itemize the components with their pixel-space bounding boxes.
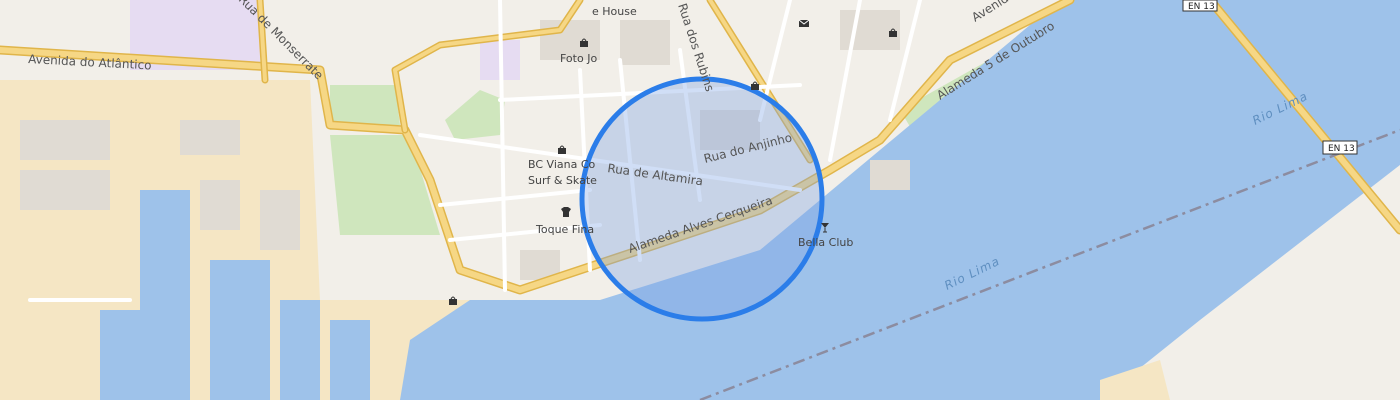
route-shield-en13: EN 13 <box>1182 0 1218 12</box>
poi-label-house: e House <box>592 5 637 18</box>
poi-label-foto: Foto Jo <box>560 52 597 65</box>
location-radius-circle[interactable] <box>579 76 825 322</box>
poi-label-bc-line2: Surf & Skate <box>528 174 597 187</box>
svg-text:EN 13: EN 13 <box>1328 144 1355 154</box>
poi-label-toque: Toque Fina <box>535 223 594 236</box>
route-shield-en13: EN 13 <box>1322 140 1358 155</box>
svg-text:EN 13: EN 13 <box>1188 2 1215 12</box>
map-canvas[interactable]: Avenida do Atlântico Rua de Monserrate R… <box>0 0 1400 400</box>
poi-label-bc-line1: BC Viana Co <box>528 158 596 171</box>
poi-label-bella: Bella Club <box>798 236 853 249</box>
mail-icon[interactable] <box>798 19 810 27</box>
